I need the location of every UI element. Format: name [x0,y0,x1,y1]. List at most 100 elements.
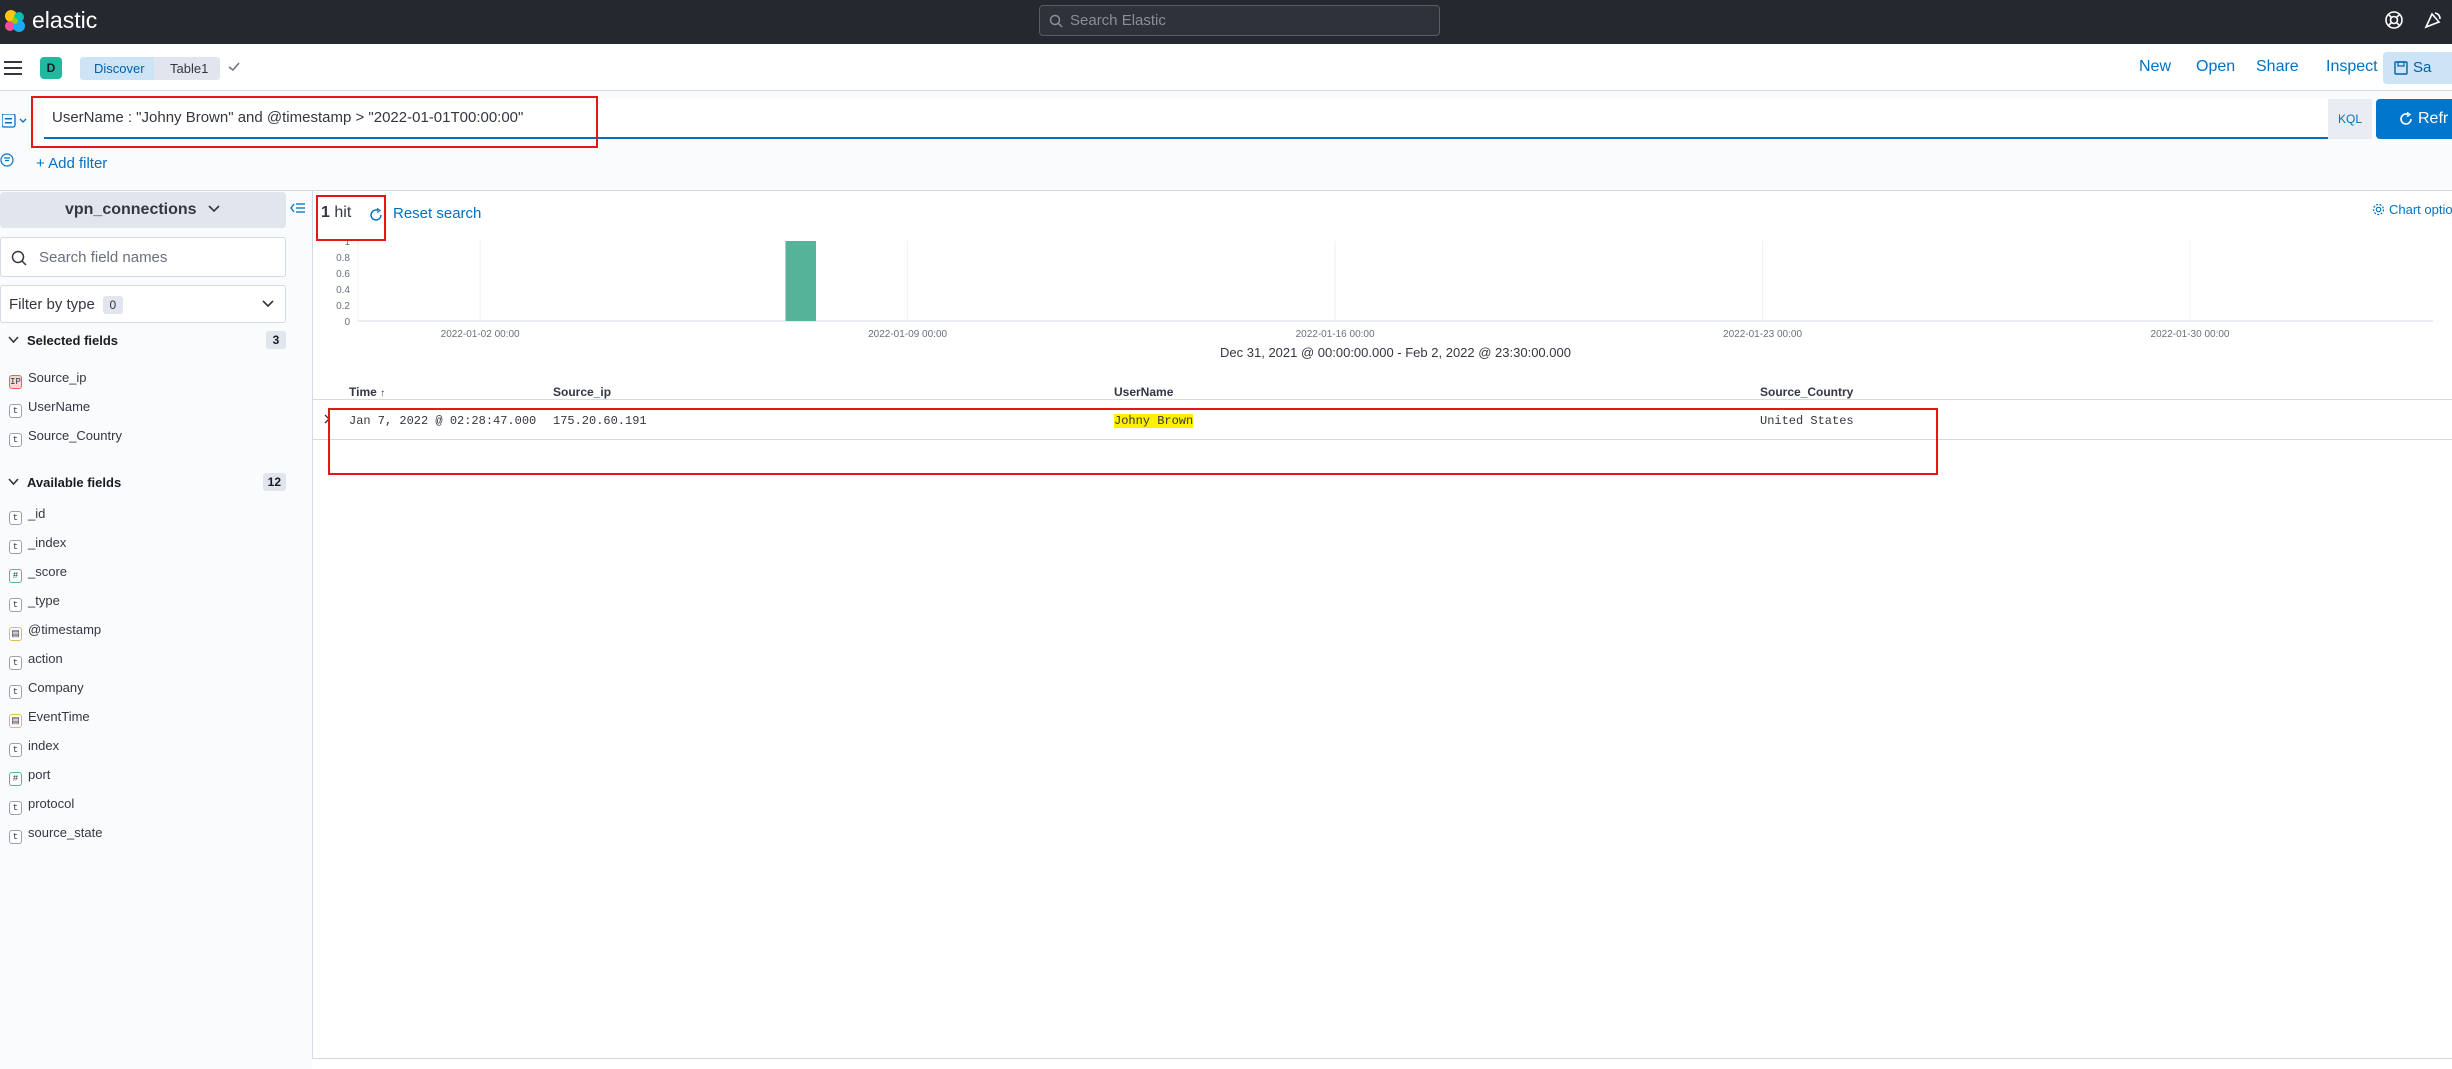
field-item-eventtime[interactable]: ▤ EventTime [9,709,90,731]
field-item-score[interactable]: # _score [9,564,67,586]
top-header: elastic Search Elastic [0,0,2452,44]
cell-username: Johny Brown [1114,414,1194,428]
field-name: _score [28,564,68,579]
hit-word: hit [334,204,352,221]
histogram-bar [785,241,817,321]
field-item-protocol[interactable]: t protocol [9,796,74,818]
field-type-icon: ▤ [9,714,22,728]
field-name: action [28,651,63,666]
field-name: _index [28,535,67,550]
save-button[interactable]: Sa [2383,52,2452,84]
field-type-icon: t [9,801,22,815]
add-filter-link[interactable]: + Add filter [36,155,107,172]
field-type-icon: ▤ [9,627,22,641]
index-pattern-selector[interactable]: vpn_connections [0,192,286,228]
elastic-logo-icon[interactable] [2,8,28,34]
field-type-icon: t [9,433,22,447]
filter-icon[interactable] [0,153,14,167]
x-tick-label: 2022-01-02 00:00 [441,329,520,340]
column-header-source-country[interactable]: Source_Country [1760,385,1853,399]
query-bar: UserName : "Johny Brown" and @timestamp … [0,91,2452,147]
field-item-sourceip[interactable]: IP Source_ip [9,370,87,392]
field-type-icon: t [9,511,22,525]
x-tick-label: 2022-01-16 00:00 [1296,329,1375,340]
available-fields-count: 12 [262,473,286,491]
field-item-company[interactable]: t Company [9,680,84,702]
app-toolbar: D Discover Table1 New Open Share Inspect… [0,44,2452,91]
column-header-time[interactable]: Time ↑ [349,385,385,399]
field-sidebar: vpn_connections Search field names Filte… [0,191,312,1069]
field-name: Source_ip [28,370,87,385]
menu-icon[interactable] [4,61,22,75]
open-link[interactable]: Open [2196,58,2235,76]
chevron-down-icon [8,478,19,486]
breadcrumb-discover[interactable]: Discover [80,57,159,80]
sort-asc-icon[interactable]: ↑ [380,388,385,399]
table-row[interactable]: Jan 7, 2022 @ 02:28:47.000 175.20.60.191… [313,400,2452,440]
field-type-icon: t [9,598,22,612]
y-tick-label: 0 [344,317,350,328]
available-fields-label: Available fields [27,475,122,490]
chevron-right-icon[interactable] [323,414,331,424]
field-name: index [28,738,60,753]
field-type-icon: # [9,772,22,786]
field-type-icon: # [9,569,22,583]
field-type-icon: t [9,743,22,757]
field-search-input[interactable]: Search field names [0,237,286,277]
field-item-type[interactable]: t _type [9,593,60,615]
hit-count: 1 hit [321,204,351,222]
y-tick-label: 0.4 [336,285,350,296]
cell-time: Jan 7, 2022 @ 02:28:47.000 [349,414,537,428]
field-name: UserName [28,399,91,414]
breadcrumb-table1: Table1 [154,57,221,80]
chart-options-button[interactable]: Chart options [2372,202,2452,217]
field-search-placeholder: Search field names [39,249,168,266]
field-item-timestamp[interactable]: ▤ @timestamp [9,622,101,644]
save-label: Sa [2413,59,2432,76]
field-name: source_state [28,825,103,840]
cell-source-country: United States [1760,414,1854,428]
y-tick-label: 0.6 [336,269,350,280]
column-header-source-ip[interactable]: Source_ip [553,385,611,399]
selected-fields-count: 3 [266,331,286,349]
field-item-sourcecountry[interactable]: t Source_Country [9,428,122,450]
reset-search-link[interactable]: Reset search [393,205,481,222]
refresh-button[interactable]: Refr [2376,99,2452,139]
new-link[interactable]: New [2139,58,2171,76]
field-name: _id [28,506,46,521]
query-input[interactable]: UserName : "Johny Brown" and @timestamp … [44,99,2328,139]
filter-by-type-dropdown[interactable]: Filter by type 0 [0,285,286,323]
collapse-sidebar-icon[interactable] [290,201,306,215]
newsfeed-icon[interactable] [2423,10,2443,30]
field-name: port [28,767,51,782]
share-link[interactable]: Share [2256,58,2299,76]
selected-fields-label: Selected fields [27,333,119,348]
field-item-index[interactable]: t _index [9,535,66,557]
check-icon[interactable] [227,60,241,74]
field-item-username[interactable]: t UserName [9,399,90,421]
field-type-icon: IP [9,375,22,389]
field-item-id[interactable]: t _id [9,506,45,528]
save-icon [2394,61,2408,75]
field-item-sourcestate[interactable]: t source_state [9,825,102,847]
x-tick-label: 2022-01-23 00:00 [1723,329,1802,340]
help-icon[interactable] [2384,10,2404,30]
kql-toggle[interactable]: KQL [2328,99,2372,139]
field-item-action[interactable]: t action [9,651,63,673]
column-header-username[interactable]: UserName [1114,385,1173,399]
inspect-link[interactable]: Inspect [2326,58,2378,76]
field-type-icon: t [9,656,22,670]
saved-query-icon[interactable] [2,114,30,128]
space-avatar[interactable]: D [40,57,62,79]
y-tick-label: 1 [344,241,350,248]
field-item-index[interactable]: t index [9,738,59,760]
filter-by-type-label: Filter by type [9,296,95,313]
x-tick-label: 2022-01-09 00:00 [868,329,947,340]
field-item-port[interactable]: # port [9,767,50,789]
chevron-down-icon [262,300,274,308]
global-search-input[interactable]: Search Elastic [1039,5,1440,36]
filter-count-badge: 0 [102,296,123,314]
y-tick-label: 0.2 [336,301,350,312]
field-name: @timestamp [28,622,102,637]
field-name: EventTime [28,709,90,724]
